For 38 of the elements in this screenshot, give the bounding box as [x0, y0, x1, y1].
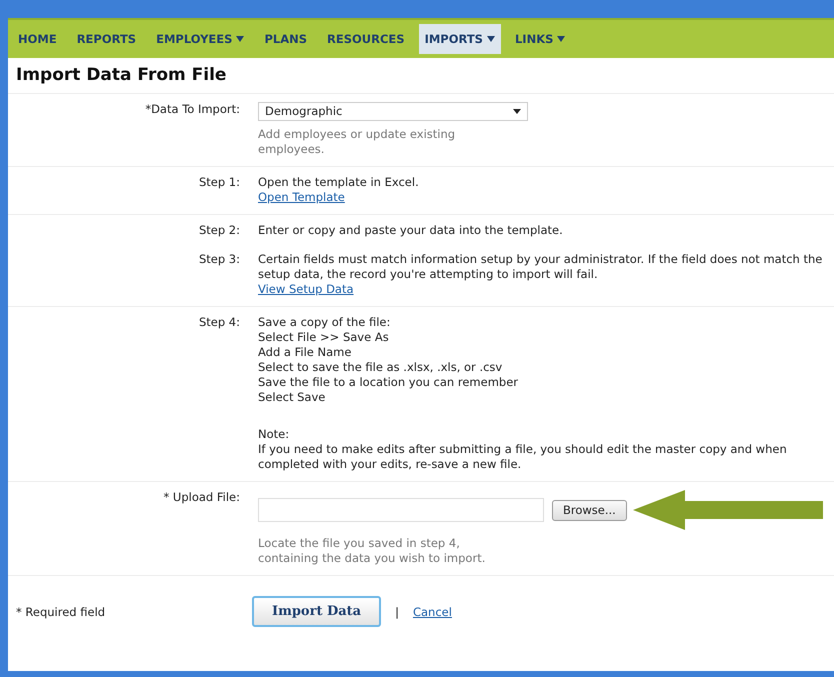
caret-icon	[513, 109, 521, 114]
hint-text: Add employees or update existing employees.	[258, 127, 456, 157]
cancel-link[interactable]: Cancel	[412, 604, 452, 618]
nav-tab[interactable]: LINKS	[508, 24, 572, 54]
instruction-text: Note:	[258, 427, 290, 442]
instruction-text: Save the file to a location you can remember	[258, 375, 520, 390]
nav-tab[interactable]: REPORTS	[70, 24, 142, 54]
instruction-text: Select to save the file as .xlsx, .xls, or .csv	[258, 360, 504, 375]
nav-tab[interactable]: EMPLOYEES	[150, 24, 250, 54]
nav-tab[interactable]: IMPORTS	[418, 24, 501, 54]
pointer-arrow-icon	[632, 490, 823, 530]
field-label: Step 3:	[198, 252, 241, 268]
nav-tab[interactable]: PLANS	[258, 24, 314, 54]
field-label: * Upload File:	[162, 490, 241, 506]
field-label: Step 1:	[198, 175, 241, 191]
instruction-text: Select Save	[258, 390, 326, 405]
link[interactable]: View Setup Data	[258, 282, 354, 297]
nav-tab[interactable]: RESOURCES	[321, 24, 411, 54]
hint-text: Locate the file you saved in step 4, containing the data you wish to import.	[258, 536, 486, 566]
field-label: Step 2:	[198, 223, 241, 238]
required-note: * Required field	[16, 604, 106, 618]
instruction-text: Select File >> Save As	[258, 330, 390, 345]
file-path-field[interactable]	[258, 498, 544, 522]
field-label: *Data To Import:	[144, 102, 241, 118]
instruction-text: Certain fields must match information setup by your administrator. If the field does not match the setup data, the record you're attempting to import will fail.	[258, 252, 824, 282]
data-type-dropdown[interactable]: Demographic	[258, 102, 528, 121]
instruction-text: Enter or copy and paste your data into the template.	[258, 223, 564, 238]
instruction-text: Save a copy of the file:	[258, 315, 392, 330]
nav-tab[interactable]: HOME	[12, 24, 63, 54]
instruction-text: Add a File Name	[258, 345, 352, 360]
instruction-text: If you need to make edits after submitting a file, you should edit the master copy and when completed with your edits, re-save a new file.	[258, 442, 788, 472]
field-label: Step 4:	[198, 315, 241, 331]
separator-text: |	[395, 604, 399, 618]
instruction-text: Open the template in Excel.	[258, 175, 420, 190]
link[interactable]: Open Template	[258, 190, 345, 205]
import-data-button[interactable]: Import Data	[252, 596, 382, 627]
browse-button[interactable]: Browse...	[552, 500, 627, 520]
page-title: Import Data From File	[15, 64, 228, 87]
